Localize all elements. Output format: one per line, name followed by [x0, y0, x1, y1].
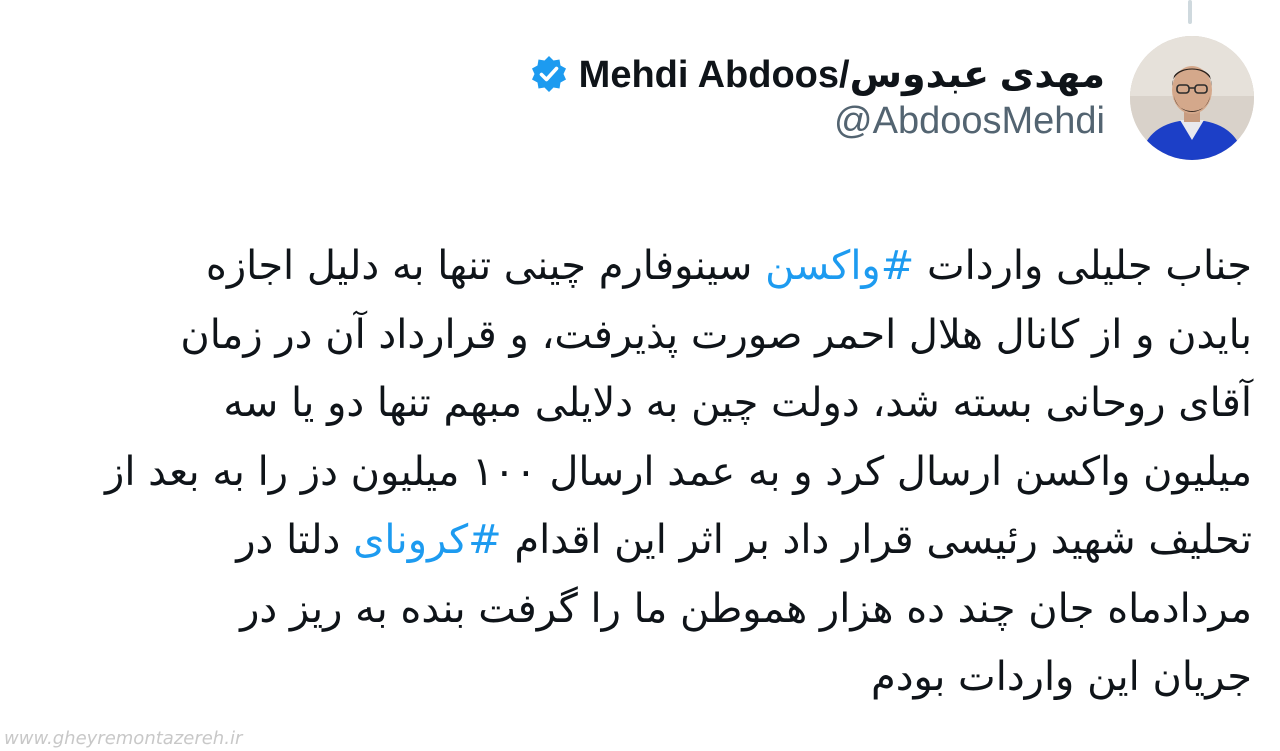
author-name-row[interactable]: مهدی عبدوس/Mehdi Abdoos: [529, 48, 1105, 100]
author-avatar[interactable]: [1130, 36, 1254, 160]
tweet-line: جریان این واردات بودم: [62, 643, 1252, 712]
author-display-name: مهدی عبدوس/Mehdi Abdoos: [578, 53, 1105, 96]
tweet-body: جناب جلیلی واردات #واکسن سینوفارم چینی ت…: [62, 232, 1252, 712]
tweet-line: جناب جلیلی واردات #واکسن سینوفارم چینی ت…: [62, 232, 1252, 301]
tweet-text-segment: آقای روحانی بسته شد، دولت چین به دلایلی …: [223, 380, 1252, 426]
tweet-text-segment: جریان این واردات بودم: [870, 654, 1252, 700]
avatar-photo-icon: [1130, 36, 1254, 160]
tweet-line: تحلیف شهید رئیسی قرار داد بر اثر این اقد…: [62, 506, 1252, 575]
tweet-line: بایدن و از کانال هلال احمر صورت پذیرفت، …: [62, 301, 1252, 370]
tweet-text-segment: سینوفارم چینی تنها به دلیل اجازه: [205, 243, 766, 289]
tweet-line: آقای روحانی بسته شد، دولت چین به دلایلی …: [62, 369, 1252, 438]
tweet-text-segment: تحلیف شهید رئیسی قرار داد بر اثر این اقد…: [501, 517, 1252, 563]
tweet-text-segment: جناب جلیلی واردات: [914, 243, 1252, 289]
tweet-text-segment: دلتا در: [236, 517, 354, 563]
tweet-line: مردادماه جان چند ده هزار هموطن ما را گرف…: [62, 575, 1252, 644]
hashtag-link[interactable]: #کرونای: [353, 517, 502, 563]
tweet-text-segment: مردادماه جان چند ده هزار هموطن ما را گرف…: [240, 585, 1252, 632]
tweet-text-segment: میلیون واکسن ارسال کرد و به عمد ارسال ۱۰…: [105, 448, 1252, 495]
tweet-line: میلیون واکسن ارسال کرد و به عمد ارسال ۱۰…: [62, 438, 1252, 507]
tweet-text-segment: بایدن و از کانال هلال احمر صورت پذیرفت، …: [180, 311, 1252, 358]
author-handle[interactable]: @AbdoosMehdi: [834, 100, 1105, 143]
watermark: www.gheyremontazereh.ir: [4, 728, 243, 749]
hashtag-link[interactable]: #واکسن: [765, 243, 914, 289]
thread-connector-line: [1188, 0, 1192, 24]
verified-badge-icon: [529, 54, 569, 94]
tweet-screenshot: مهدی عبدوس/Mehdi Abdoos @AbdoosMehdi جنا…: [0, 0, 1280, 751]
